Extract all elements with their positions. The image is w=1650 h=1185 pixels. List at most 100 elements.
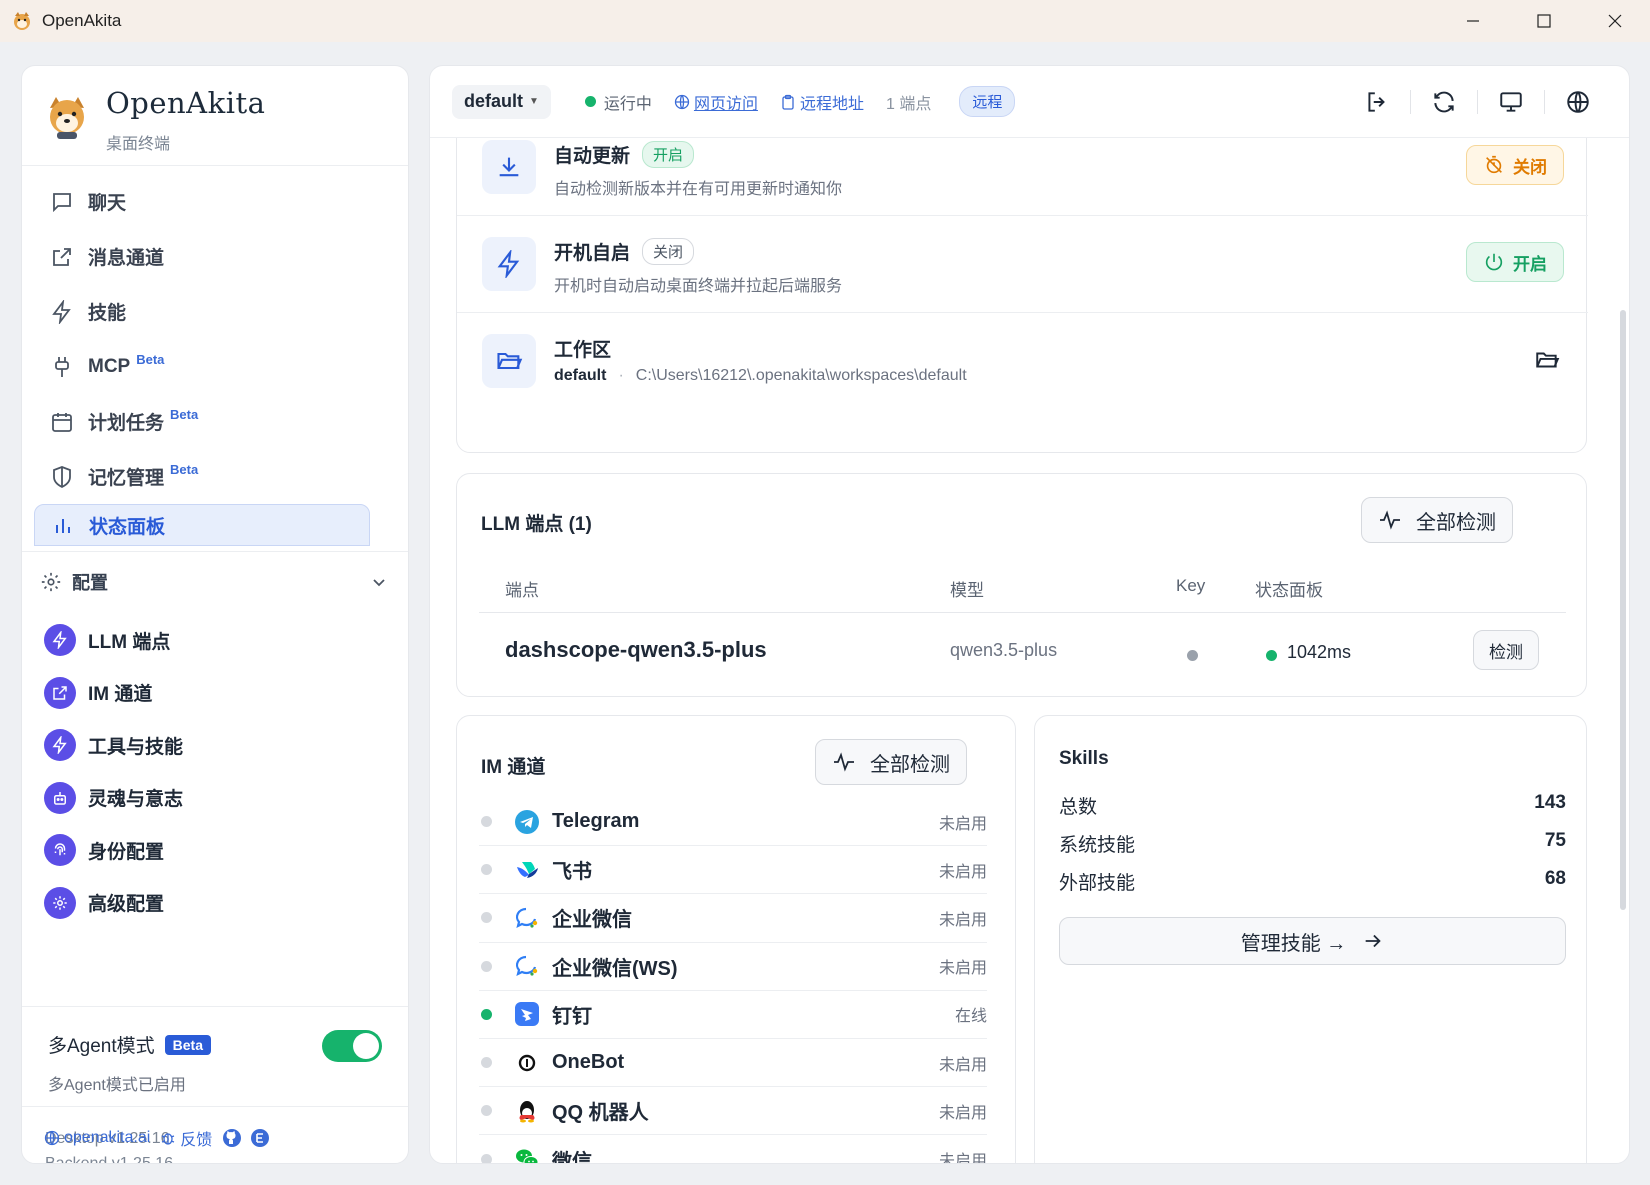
channel-status-dot xyxy=(481,912,492,924)
config-item-identity[interactable]: 身份配置 xyxy=(44,824,384,877)
brand-subtitle: 桌面终端 xyxy=(106,136,171,153)
remote-address-link[interactable]: 远程地址 xyxy=(780,90,864,114)
channel-status-dot xyxy=(481,1008,492,1020)
community-icon[interactable] xyxy=(250,1128,270,1148)
nav-item-skills[interactable]: 技能 xyxy=(34,284,398,339)
bolt-icon xyxy=(497,250,520,278)
channel-status-dot xyxy=(481,816,492,828)
open-folder-icon[interactable] xyxy=(1534,347,1560,373)
beta-tag: Beta xyxy=(136,352,165,367)
feedback-link[interactable]: 反馈 xyxy=(180,1126,212,1150)
beta-tag: Beta xyxy=(170,407,199,422)
chat-icon xyxy=(53,192,71,212)
share-icon xyxy=(53,247,71,266)
im-channel-row[interactable]: 钉钉 在线 xyxy=(479,991,987,1039)
nav-item-scheduled-tasks[interactable]: 计划任务 Beta xyxy=(34,394,398,449)
manage-skills-button[interactable]: 管理技能 → xyxy=(1059,917,1566,965)
auto-update-off-button[interactable]: 关闭 xyxy=(1466,145,1564,185)
im-channel-row[interactable]: 飞书 未启用 xyxy=(479,846,987,895)
arrow-right-icon xyxy=(1365,934,1381,948)
im-channel-row[interactable]: 企业微信(WS) 未启用 xyxy=(479,943,987,991)
minimize-button[interactable] xyxy=(1437,0,1508,42)
app-logo-icon xyxy=(14,12,30,30)
im-channel-row[interactable]: Telegram 未启用 xyxy=(479,798,987,847)
folder-open-icon xyxy=(497,352,523,370)
workspace-select[interactable]: default ▼ xyxy=(452,84,551,119)
config-item-llm-endpoints[interactable]: LLM 端点 xyxy=(44,614,384,667)
bolt-icon xyxy=(52,631,67,650)
power-icon xyxy=(1485,253,1503,271)
nav-item-channels[interactable]: 消息通道 xyxy=(34,229,398,284)
autostart-state: 关闭 xyxy=(642,238,695,265)
timer-off-icon xyxy=(1486,155,1502,174)
config-title: 配置 xyxy=(72,572,108,593)
config-item-tools-skills[interactable]: 工具与技能 xyxy=(44,719,384,772)
gear-icon xyxy=(41,572,61,591)
config-item-soul-will[interactable]: 灵魂与意志 xyxy=(44,772,384,825)
config-section-toggle[interactable]: 配置 xyxy=(22,551,408,611)
nav-item-dashboard[interactable]: 状态面板 xyxy=(34,504,370,546)
multi-agent-section: 多Agent模式 Beta 多Agent模式已启用 xyxy=(22,1006,408,1106)
pulse-icon xyxy=(1380,510,1400,530)
monitor-icon xyxy=(1500,91,1522,112)
window-title: OpenAkita xyxy=(42,11,122,30)
qq-icon xyxy=(519,1100,535,1123)
auto-update-state: 开启 xyxy=(642,141,695,168)
close-icon xyxy=(1608,14,1621,28)
im-check-all-button[interactable]: 全部检测 xyxy=(815,739,967,785)
endpoint-latency: 1042ms xyxy=(1287,642,1352,662)
language-button[interactable] xyxy=(1545,89,1611,115)
workspace-name: default xyxy=(464,91,524,111)
config-item-im-channels[interactable]: IM 通道 xyxy=(44,667,384,720)
download-icon xyxy=(499,157,519,177)
maximize-button[interactable] xyxy=(1508,0,1579,42)
endpoint-check-button[interactable]: 检测 xyxy=(1473,630,1539,670)
nav-item-memory[interactable]: 记忆管理 Beta xyxy=(34,449,398,504)
nav-item-chat[interactable]: 聊天 xyxy=(34,174,398,229)
running-status-dot xyxy=(584,96,596,107)
backend-version: Backend v1.25.16 xyxy=(45,1155,174,1164)
display-button[interactable] xyxy=(1478,89,1544,115)
chevron-down-icon xyxy=(373,578,385,586)
nav-item-label: 计划任务 xyxy=(88,413,165,434)
refresh-button[interactable] xyxy=(1411,89,1477,115)
robot-icon xyxy=(54,791,66,805)
config-item-label: 工具与技能 xyxy=(88,736,184,758)
scrollbar[interactable] xyxy=(1620,310,1626,910)
footer-links: openakita.ai 反馈 xyxy=(44,1126,274,1150)
website-link[interactable]: openakita.ai xyxy=(64,1129,150,1147)
akita-logo-icon xyxy=(50,97,84,139)
nav-item-label: 技能 xyxy=(88,303,127,324)
nav-item-mcp[interactable]: MCP Beta xyxy=(34,339,398,394)
maximize-icon xyxy=(1536,14,1551,28)
im-channel-row[interactable]: 企业微信 未启用 xyxy=(479,894,987,943)
im-channel-row[interactable]: OneBot 未启用 xyxy=(479,1039,987,1088)
globe-icon xyxy=(674,94,690,109)
key-status-dot xyxy=(1187,650,1198,661)
llm-check-all-button[interactable]: 全部检测 xyxy=(1361,497,1513,543)
autostart-on-button[interactable]: 开启 xyxy=(1466,242,1564,282)
config-item-advanced[interactable]: 高级配置 xyxy=(44,877,384,930)
clipboard-icon xyxy=(782,94,794,110)
multi-agent-toggle[interactable] xyxy=(322,1030,382,1062)
channel-status-dot xyxy=(481,960,492,972)
plug-icon xyxy=(55,356,69,377)
close-window-button[interactable] xyxy=(1579,0,1650,42)
autostart-title: 开机自启 xyxy=(554,243,631,264)
col-key: Key xyxy=(1176,576,1206,595)
skills-card-title: Skills xyxy=(1059,748,1109,769)
endpoint-model: qwen3.5-plus xyxy=(950,640,1058,660)
github-icon[interactable] xyxy=(222,1128,242,1148)
main-panel: default ▼ 运行中 网页访问 远程地址 1 端点 远程 自动更新 开启 … xyxy=(429,65,1630,1164)
share-icon xyxy=(53,686,67,700)
logout-button[interactable] xyxy=(1344,89,1410,115)
globe-icon xyxy=(44,1130,60,1146)
skills-external-row: 外部技能 68 xyxy=(1059,868,1566,894)
im-channel-row[interactable]: QQ 机器人 未启用 xyxy=(479,1087,987,1136)
web-access-link[interactable]: 网页访问 xyxy=(674,90,758,114)
bolt-icon xyxy=(52,299,71,324)
workspace-path: C:\Users\16212\.openakita\workspaces\def… xyxy=(635,367,967,384)
wecom-icon xyxy=(515,956,538,977)
im-channel-row[interactable]: 微信 未启用 xyxy=(479,1135,987,1163)
bug-icon xyxy=(162,1133,175,1145)
